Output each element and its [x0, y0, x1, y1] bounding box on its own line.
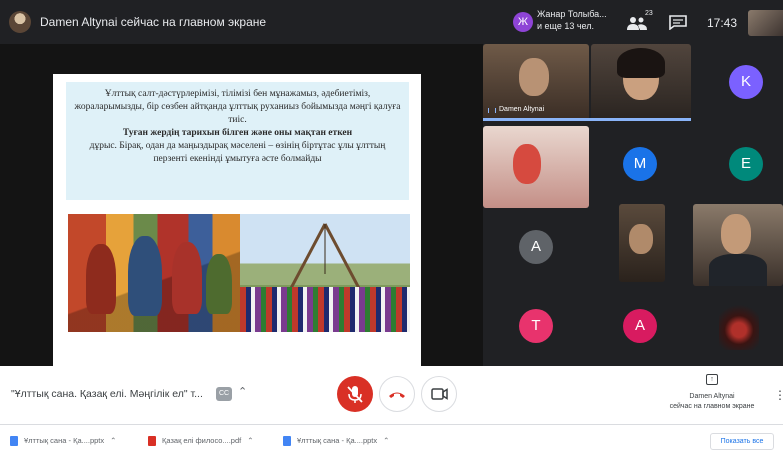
download-item[interactable]: Қазақ елі филосо....pdf ⌃ — [148, 436, 254, 448]
slide-festival-photo — [240, 214, 410, 332]
chevron-up-icon[interactable]: ⌃ — [383, 436, 389, 445]
chevron-up-icon[interactable]: ⌃ — [238, 385, 247, 398]
presentation-status-text: сейчас на главном экране — [669, 403, 755, 410]
participant-avatar-t[interactable]: T — [519, 309, 553, 343]
people-icon[interactable] — [626, 15, 648, 31]
captions-icon[interactable]: CC — [216, 387, 232, 401]
participant-avatar-k[interactable]: K — [729, 65, 763, 99]
pptx-file-icon — [10, 436, 18, 447]
presenter-status-text: Damen Altynai сейчас на главном экране — [40, 15, 267, 29]
participant-avatar-m[interactable]: M — [623, 147, 657, 181]
raised-hand-more: и еще 13 чел. — [537, 21, 595, 31]
raised-hand-notice[interactable]: Жанар Толыба... и еще 13 чел. — [537, 8, 607, 32]
slide-paragraph-1: Ұлттық салт-дәстүрлерімізі, тілімізі бен… — [74, 89, 401, 125]
clock-time: 17:43 — [707, 16, 738, 30]
participant-avatar-a2[interactable]: A — [623, 309, 657, 343]
present-screen-icon[interactable]: ↑ — [706, 374, 718, 385]
pdf-file-icon — [148, 436, 156, 447]
chevron-up-icon[interactable]: ⌃ — [247, 436, 253, 445]
participant-tile-video[interactable] — [591, 44, 691, 120]
chat-icon[interactable] — [669, 15, 687, 30]
mic-off-icon — [347, 386, 363, 403]
active-speaker-bar — [483, 118, 691, 121]
download-filename: Қазақ елі филосо....pdf — [162, 436, 242, 445]
meeting-title[interactable]: "Ұлттық сана. Қазақ елі. Мәңгілік ел" т.… — [11, 388, 203, 400]
slide-painting-image — [68, 214, 240, 332]
participant-avatar-e[interactable]: E — [729, 147, 763, 181]
download-filename: Ұлттық сана - Қа....pptx — [24, 436, 105, 445]
presenter-avatar — [9, 11, 31, 33]
participant-name: Damen Altynai — [499, 106, 545, 113]
top-bar: Damen Altynai сейчас на главном экране Ж… — [0, 0, 783, 44]
participant-avatar-a[interactable]: A — [519, 230, 553, 264]
presentation-status-name: Damen Altynai — [689, 393, 735, 400]
participants-count: 23 — [645, 10, 653, 17]
end-call-button[interactable] — [379, 376, 415, 412]
camera-icon — [431, 388, 448, 400]
slide: Ұлттық салт-дәстүрлерімізі, тілімізі бен… — [53, 74, 421, 366]
download-item[interactable]: Ұлттық сана - Қа....pptx ⌃ — [10, 436, 116, 448]
meet-window: Damen Altynai сейчас на главном экране Ж… — [0, 0, 783, 456]
participant-tile-video[interactable] — [619, 204, 665, 282]
meeting-controls: "Ұлттық сана. Қазақ елі. Мәңгілік ел" т.… — [0, 366, 783, 424]
chevron-up-icon[interactable]: ⌃ — [110, 436, 116, 445]
hang-up-icon — [389, 392, 405, 398]
slide-paragraph-3: дұрыс. Бірақ, одан да маңыздырақ мәселен… — [89, 141, 386, 164]
slide-text-box: Ұлттық салт-дәстүрлерімізі, тілімізі бен… — [66, 82, 409, 200]
self-view-thumbnail[interactable] — [748, 10, 783, 36]
pptx-file-icon — [283, 436, 291, 447]
presentation-status: Damen Altynai сейчас на главном экране — [660, 392, 764, 412]
raised-hand-avatar[interactable]: Ж — [513, 12, 533, 32]
more-options-icon[interactable]: ⋮ — [774, 388, 783, 402]
participant-tile-video[interactable] — [483, 126, 589, 208]
mic-toggle-button[interactable] — [337, 376, 373, 412]
raised-hand-name: Жанар Толыба... — [537, 9, 607, 19]
participant-tile-video[interactable] — [693, 204, 783, 286]
presentation-area: Ұлттық салт-дәстүрлерімізі, тілімізі бен… — [0, 44, 483, 366]
speaking-indicator-icon — [488, 108, 496, 113]
slide-paragraph-2: Туған жердің тарихын білген және оны мақ… — [122, 128, 353, 138]
download-item[interactable]: Ұлттық сана - Қа....pptx ⌃ — [283, 436, 389, 448]
show-all-downloads-button[interactable]: Показать все — [710, 433, 774, 450]
camera-toggle-button[interactable] — [421, 376, 457, 412]
participant-tile-speaker[interactable]: Damen Altynai — [483, 44, 589, 120]
participant-grid: Damen Altynai K M E A T A — [483, 44, 783, 366]
participant-tile-video[interactable] — [719, 300, 759, 350]
downloads-shelf: Ұлттық сана - Қа....pptx ⌃ Қазақ елі фило… — [0, 424, 783, 456]
download-filename: Ұлттық сана - Қа....pptx — [297, 436, 378, 445]
